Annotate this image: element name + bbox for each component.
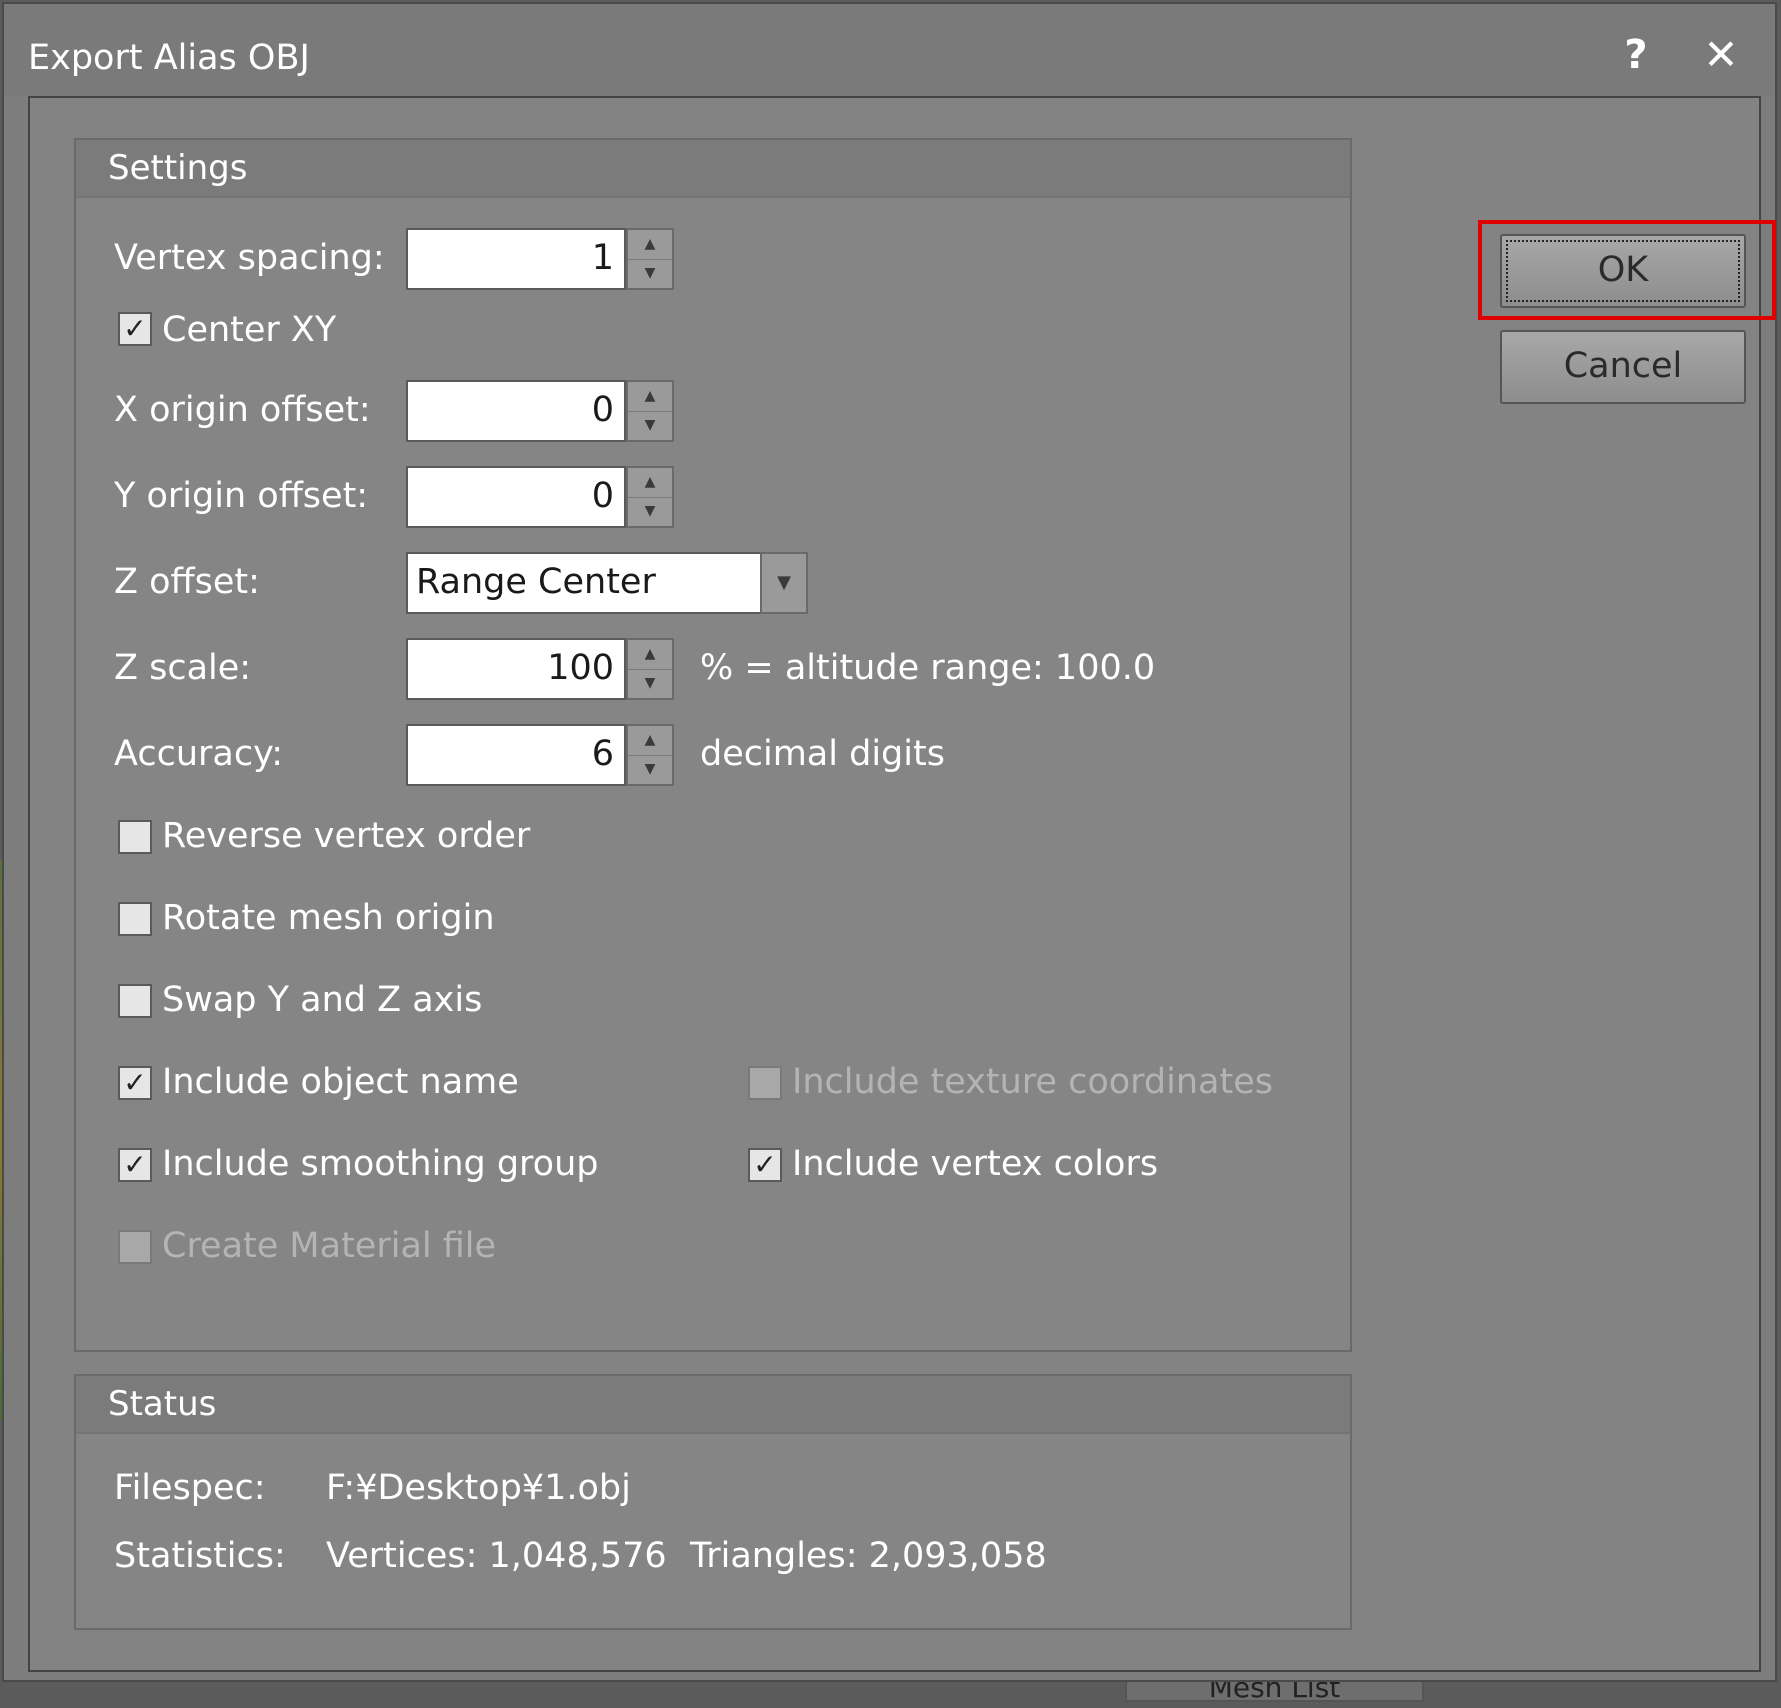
accuracy-input[interactable]: 6	[406, 724, 626, 786]
include-texture-coordinates-checkbox	[748, 1066, 782, 1100]
center-xy-label: Center XY	[162, 310, 337, 350]
y-origin-offset-arrows[interactable]: ▲ ▼	[626, 466, 674, 528]
z-scale-label: Z scale:	[114, 648, 252, 688]
spin-up-icon[interactable]: ▲	[628, 726, 672, 756]
dialog-client-area: Settings Vertex spacing: 1 ▲ ▼ ✓ Center …	[28, 96, 1776, 1672]
spin-down-icon[interactable]: ▼	[628, 669, 672, 698]
x-origin-offset-arrows[interactable]: ▲ ▼	[626, 380, 674, 442]
statistics-vertices: Vertices: 1,048,576	[326, 1536, 667, 1576]
vertex-spacing-label: Vertex spacing:	[114, 238, 385, 278]
accuracy-stepper[interactable]: 6 ▲ ▼	[406, 724, 674, 786]
x-origin-offset-label: X origin offset:	[114, 390, 371, 430]
spin-down-icon[interactable]: ▼	[628, 411, 672, 440]
window-title: Export Alias OBJ	[28, 38, 310, 78]
ok-button-highlight	[1478, 220, 1776, 320]
z-scale-input[interactable]: 100	[406, 638, 626, 700]
y-origin-offset-stepper[interactable]: 0 ▲ ▼	[406, 466, 674, 528]
z-offset-label: Z offset:	[114, 562, 260, 602]
x-origin-offset-input[interactable]: 0	[406, 380, 626, 442]
create-material-file-checkbox	[118, 1230, 152, 1264]
x-origin-offset-stepper[interactable]: 0 ▲ ▼	[406, 380, 674, 442]
filespec-label: Filespec:	[114, 1468, 266, 1508]
spin-down-icon[interactable]: ▼	[628, 497, 672, 526]
center-xy-checkbox[interactable]: ✓	[118, 312, 152, 346]
include-smoothing-group-label: Include smoothing group	[162, 1144, 599, 1184]
vertex-spacing-arrows[interactable]: ▲ ▼	[626, 228, 674, 290]
spin-up-icon[interactable]: ▲	[628, 640, 672, 670]
accuracy-label: Accuracy:	[114, 734, 284, 774]
spin-down-icon[interactable]: ▼	[628, 259, 672, 288]
y-origin-offset-label: Y origin offset:	[114, 476, 369, 516]
include-object-name-label: Include object name	[162, 1062, 519, 1102]
include-vertex-colors-checkbox[interactable]: ✓	[748, 1148, 782, 1182]
include-texture-coordinates-label: Include texture coordinates	[792, 1062, 1273, 1102]
spin-down-icon[interactable]: ▼	[628, 755, 672, 784]
settings-group: Settings Vertex spacing: 1 ▲ ▼ ✓ Center …	[74, 138, 1352, 1352]
swap-y-z-axis-label: Swap Y and Z axis	[162, 980, 483, 1020]
settings-title: Settings	[108, 148, 248, 188]
rotate-mesh-origin-label: Rotate mesh origin	[162, 898, 495, 938]
close-icon[interactable]: ✕	[1698, 30, 1744, 80]
statistics-triangles: Triangles: 2,093,058	[690, 1536, 1047, 1576]
include-vertex-colors-label: Include vertex colors	[792, 1144, 1159, 1184]
settings-group-header: Settings	[76, 140, 1350, 198]
z-scale-suffix: % = altitude range: 100.0	[700, 648, 1156, 688]
y-origin-offset-input[interactable]: 0	[406, 466, 626, 528]
accuracy-suffix: decimal digits	[700, 734, 945, 774]
include-object-name-checkbox[interactable]: ✓	[118, 1066, 152, 1100]
z-scale-arrows[interactable]: ▲ ▼	[626, 638, 674, 700]
include-smoothing-group-checkbox[interactable]: ✓	[118, 1148, 152, 1182]
spin-up-icon[interactable]: ▲	[628, 230, 672, 260]
help-icon[interactable]: ?	[1616, 30, 1656, 80]
create-material-file-label: Create Material file	[162, 1226, 497, 1266]
title-bar[interactable]: Export Alias OBJ ? ✕	[4, 4, 1775, 96]
rotate-mesh-origin-checkbox[interactable]	[118, 902, 152, 936]
cancel-button[interactable]: Cancel	[1500, 330, 1746, 404]
status-title: Status	[108, 1384, 217, 1424]
status-group: Status Filespec: F:¥Desktop¥1.obj Statis…	[74, 1374, 1352, 1630]
z-scale-stepper[interactable]: 100 ▲ ▼	[406, 638, 674, 700]
chevron-down-icon[interactable]: ▼	[760, 552, 808, 614]
swap-y-z-axis-checkbox[interactable]	[118, 984, 152, 1018]
accuracy-arrows[interactable]: ▲ ▼	[626, 724, 674, 786]
vertex-spacing-input[interactable]: 1	[406, 228, 626, 290]
filespec-value: F:¥Desktop¥1.obj	[326, 1468, 631, 1508]
z-offset-select[interactable]: Range Center ▼	[406, 552, 808, 614]
reverse-vertex-order-checkbox[interactable]	[118, 820, 152, 854]
export-dialog: Export Alias OBJ ? ✕ Settings Vertex spa…	[2, 2, 1777, 1682]
status-group-header: Status	[76, 1376, 1350, 1434]
spin-up-icon[interactable]: ▲	[628, 382, 672, 412]
reverse-vertex-order-label: Reverse vertex order	[162, 816, 531, 856]
z-offset-value[interactable]: Range Center	[406, 552, 762, 614]
statistics-label: Statistics:	[114, 1536, 286, 1576]
vertex-spacing-stepper[interactable]: 1 ▲ ▼	[406, 228, 674, 290]
spin-up-icon[interactable]: ▲	[628, 468, 672, 498]
